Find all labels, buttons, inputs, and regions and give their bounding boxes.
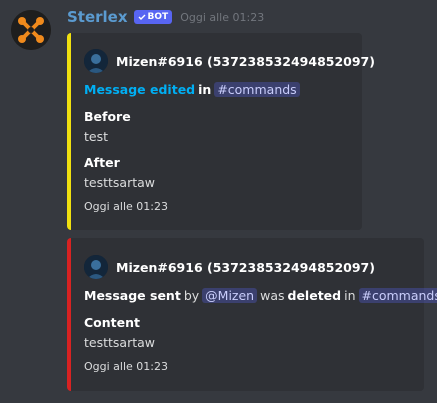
embed-footer: Oggi alle 01:23 xyxy=(84,200,168,213)
user-avatar-icon xyxy=(84,49,108,73)
field-content-name: Content xyxy=(84,315,140,330)
field-after-name: After xyxy=(84,155,120,170)
message-header: Sterlex BOT Oggi alle 01:23 xyxy=(67,8,264,26)
checkmark-icon xyxy=(138,14,146,20)
field-after-value: testtsartaw xyxy=(84,175,156,190)
embed-author: Mizen#6916 (537238532494852097) xyxy=(84,255,375,279)
embed-author-name: Mizen#6916 (537238532494852097) xyxy=(116,259,375,275)
message-edited-link[interactable]: Message edited xyxy=(84,82,195,97)
field-before-value: test xyxy=(84,129,109,144)
channel-mention[interactable]: #commands xyxy=(214,82,300,97)
bot-username[interactable]: Sterlex xyxy=(67,8,128,26)
embed-author: Mizen#6916 (537238532494852097) xyxy=(84,49,375,73)
desc-message-sent: Message sent xyxy=(84,288,181,303)
field-content-value: testtsartaw xyxy=(84,335,156,350)
user-mention[interactable]: @Mizen xyxy=(202,288,258,303)
desc-was: was xyxy=(260,288,285,303)
bot-tag-label: BOT xyxy=(147,12,169,22)
embed-author-name: Mizen#6916 (537238532494852097) xyxy=(116,53,375,69)
embed-message-deleted: Mizen#6916 (537238532494852097) Message … xyxy=(67,238,437,391)
message-timestamp: Oggi alle 01:23 xyxy=(180,10,265,24)
desc-in: in xyxy=(344,288,356,303)
user-avatar-icon xyxy=(84,255,108,279)
crossed-tools-icon xyxy=(11,10,51,50)
desc-deleted: deleted xyxy=(287,288,342,303)
channel-mention[interactable]: #commands xyxy=(358,288,437,303)
embed-message-edited: Mizen#6916 (537238532494852097) Message … xyxy=(67,33,375,230)
field-before-name: Before xyxy=(84,109,131,124)
desc-by: by xyxy=(183,288,200,303)
bot-tag: BOT xyxy=(133,10,173,24)
bot-message: Sterlex BOT Oggi alle 01:23 Mizen#6916 (… xyxy=(0,0,437,403)
embed-description: Message sent by @Mizen was deleted in #c… xyxy=(84,288,437,303)
embed-author-avatar xyxy=(84,255,108,279)
embed-footer: Oggi alle 01:23 xyxy=(84,360,168,373)
embed-description: Message edited in #commands xyxy=(84,82,300,97)
desc-in: in xyxy=(198,82,212,97)
embed-author-avatar xyxy=(84,49,108,73)
bot-avatar[interactable] xyxy=(11,10,51,50)
